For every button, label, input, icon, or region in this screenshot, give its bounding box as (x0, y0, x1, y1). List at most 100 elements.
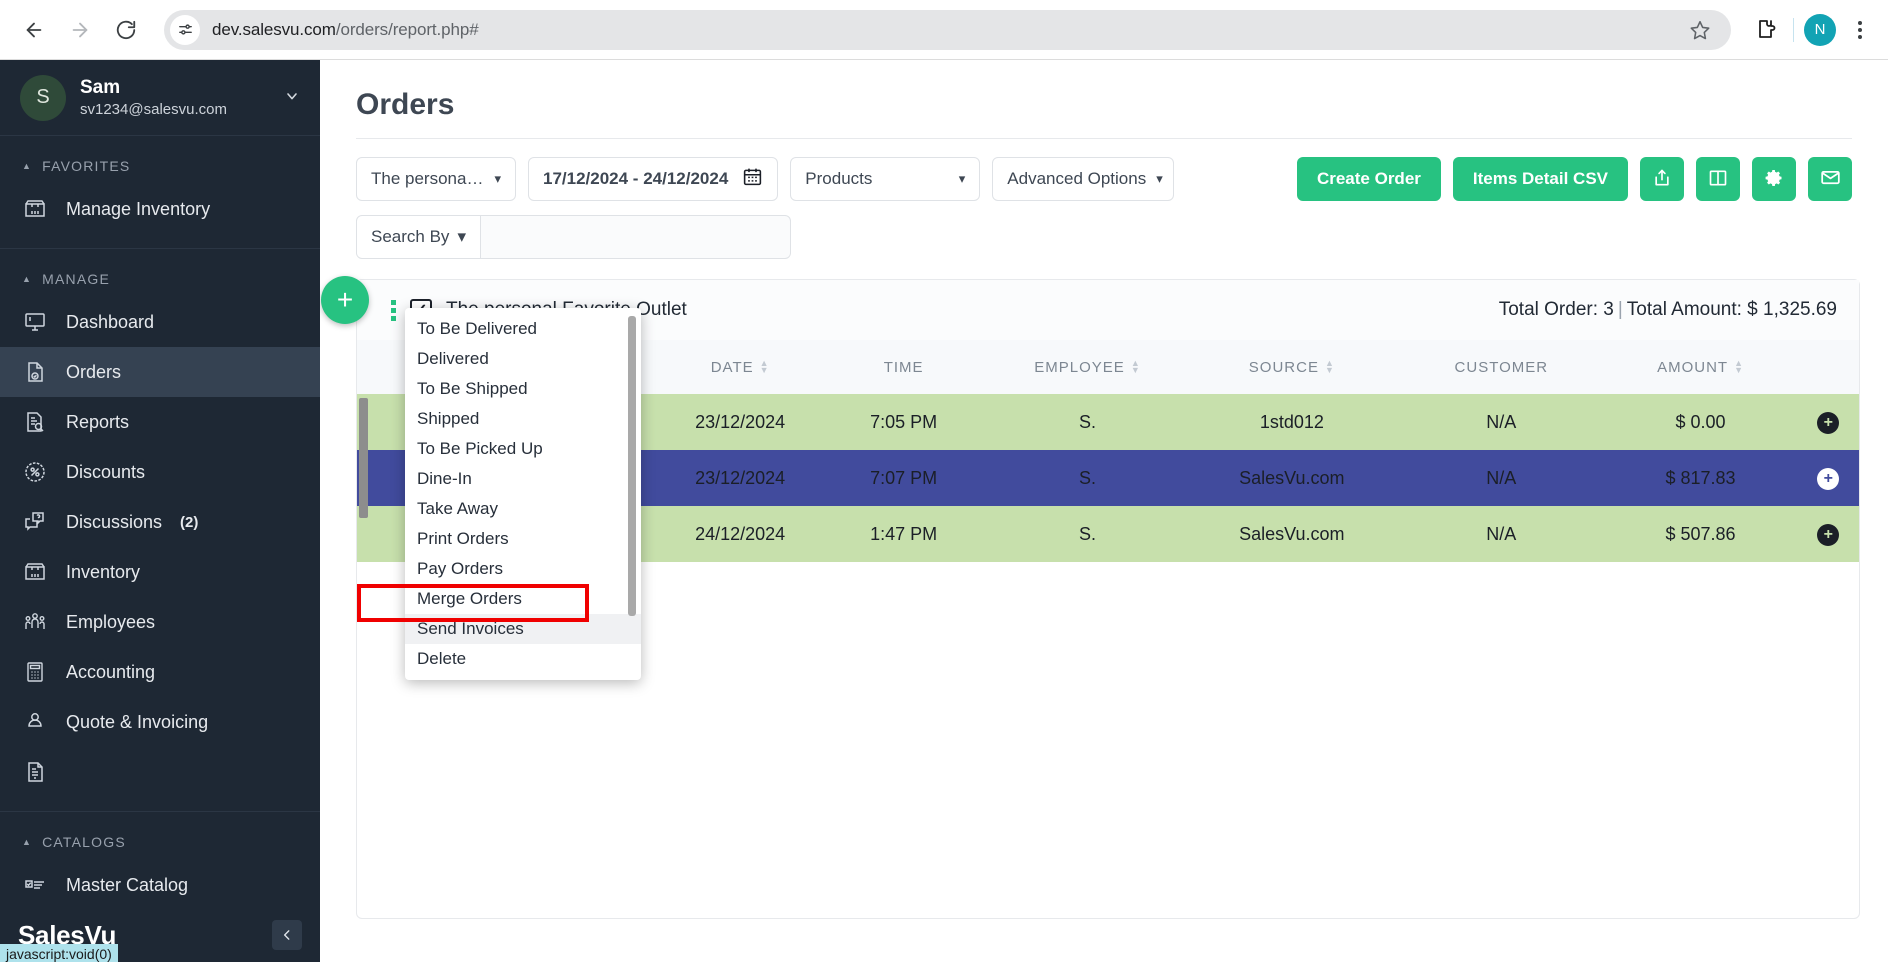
sidebar-item-accounting[interactable]: Accounting (0, 647, 320, 697)
sidebar-item-discounts[interactable]: Discounts (0, 447, 320, 497)
sidebar-user-block[interactable]: S Sam sv1234@salesvu.com (0, 60, 320, 136)
menu-item-send-invoices[interactable]: Send Invoices (405, 614, 641, 644)
report-search-icon (22, 409, 48, 435)
th-employee[interactable]: EMPLOYEE ▲▼ (990, 340, 1184, 394)
sidebar-item-dashboard[interactable]: Dashboard (0, 297, 320, 347)
th-time-label: TIME (884, 359, 924, 376)
settings-button[interactable] (1752, 157, 1796, 201)
back-button[interactable] (14, 10, 54, 50)
sidebar-item-orders[interactable]: Orders (0, 347, 320, 397)
forward-button[interactable] (60, 10, 100, 50)
plus-circle-icon[interactable]: + (1817, 468, 1839, 490)
th-source[interactable]: SOURCE▲▼ (1185, 340, 1400, 394)
site-info-button[interactable] (170, 15, 200, 45)
toolbar-area: The personal Fa... ▾ 17/12/2024 - 24/12/… (356, 138, 1852, 259)
section-header-favorites[interactable]: ▲ FAVORITES (0, 136, 320, 184)
cell-customer: N/A (1399, 450, 1603, 506)
email-button[interactable] (1808, 157, 1852, 201)
invoice-document-icon (22, 759, 48, 785)
th-amount[interactable]: AMOUNT▲▼ (1603, 340, 1797, 394)
sidebar-item-discussions[interactable]: Discussions (2) (0, 497, 320, 547)
menu-item-to-be-shipped[interactable]: To Be Shipped (405, 374, 641, 404)
sidebar-item-master-catalog[interactable]: Master Catalog (0, 860, 320, 910)
cell-expand[interactable]: + (1798, 506, 1859, 562)
create-order-button[interactable]: Create Order (1297, 157, 1441, 201)
export-button[interactable] (1640, 157, 1684, 201)
menu-item-merge-orders[interactable]: Merge Orders (405, 584, 641, 614)
cell-expand[interactable]: + (1798, 394, 1859, 450)
th-customer: CUSTOMER (1399, 340, 1603, 394)
profile-avatar[interactable]: N (1804, 14, 1836, 46)
search-row: Search By ▾ (356, 215, 1852, 259)
browser-menu-button[interactable] (1846, 13, 1874, 47)
calculator-icon (22, 659, 48, 685)
menu-item-print-orders[interactable]: Print Orders (405, 524, 641, 554)
date-range-picker[interactable]: 17/12/2024 - 24/12/2024 (528, 157, 778, 201)
calendar-icon (742, 166, 763, 192)
section-header-manage[interactable]: ▲ MANAGE (0, 249, 320, 297)
sidebar-item-quote-invoicing[interactable] (0, 747, 320, 797)
app-shell: S Sam sv1234@salesvu.com ▲ FAVORITES Man… (0, 60, 1888, 962)
items-detail-csv-button[interactable]: Items Detail CSV (1453, 157, 1628, 201)
cell-amount: $ 817.83 (1603, 450, 1797, 506)
order-document-icon (22, 359, 48, 385)
advanced-options-select[interactable]: Advanced Options ▾ (992, 157, 1174, 201)
menu-item-to-be-picked-up[interactable]: To Be Picked Up (405, 434, 641, 464)
totals-summary: Total Order: 3|Total Amount: $ 1,325.69 (1499, 299, 1837, 321)
plus-icon: + (337, 284, 353, 316)
sidebar-item-manage-inventory[interactable]: Manage Inventory (0, 184, 320, 234)
menu-item-take-away[interactable]: Take Away (405, 494, 641, 524)
drag-dots-icon[interactable] (391, 300, 396, 321)
add-order-fab[interactable]: + (321, 276, 369, 324)
reload-button[interactable] (106, 10, 146, 50)
section-header-catalogs[interactable]: ▲ CATALOGS (0, 812, 320, 860)
section-title: CATALOGS (42, 834, 126, 850)
th-employee-label: EMPLOYEE (1034, 359, 1125, 376)
sidebar: S Sam sv1234@salesvu.com ▲ FAVORITES Man… (0, 60, 320, 962)
plus-circle-icon[interactable]: + (1817, 412, 1839, 434)
chevron-down-icon[interactable] (284, 88, 300, 108)
chevron-down-icon: ▾ (1156, 171, 1163, 187)
outlet-select[interactable]: The personal Fa... ▾ (356, 157, 516, 201)
catalog-list-icon (22, 872, 48, 898)
toolbar-divider (1793, 18, 1794, 42)
menu-item-to-be-delivered[interactable]: To Be Delivered (405, 314, 641, 344)
menu-item-shipped[interactable]: Shipped (405, 404, 641, 434)
sidebar-item-label: Accounting (66, 662, 155, 683)
bookmark-button[interactable] (1683, 13, 1717, 47)
cell-date: 23/12/2024 (664, 450, 817, 506)
cell-expand[interactable]: + (1798, 450, 1859, 506)
context-menu-scrollbar[interactable] (628, 316, 636, 616)
sort-icon: ▲▼ (1131, 360, 1141, 374)
sort-icon: ▲▼ (1734, 360, 1744, 374)
cell-source: SalesVu.com (1185, 450, 1400, 506)
menu-item-merge-orders-wrapper: Merge Orders (405, 584, 641, 614)
orders-card: + ✓ The personal Favorite Outlet Total O… (356, 279, 1860, 919)
extensions-button[interactable] (1749, 13, 1783, 47)
table-vertical-scrollbar[interactable] (359, 398, 368, 518)
menu-item-pay-orders[interactable]: Pay Orders (405, 554, 641, 584)
search-input[interactable] (481, 215, 791, 259)
menu-item-dine-in[interactable]: Dine-In (405, 464, 641, 494)
sidebar-item-customers[interactable]: Quote & Invoicing (0, 697, 320, 747)
forward-arrow-icon (69, 19, 91, 41)
columns-button[interactable] (1696, 157, 1740, 201)
sidebar-collapse-button[interactable] (272, 920, 302, 950)
plus-circle-icon[interactable]: + (1817, 524, 1839, 546)
sidebar-item-inventory[interactable]: Inventory (0, 547, 320, 597)
sidebar-item-employees[interactable]: Employees (0, 597, 320, 647)
chevron-up-icon: ▲ (22, 274, 32, 284)
address-bar[interactable]: dev.salesvu.com/orders/report.php# (164, 10, 1731, 50)
search-by-select[interactable]: Search By ▾ (356, 215, 481, 259)
chevron-left-icon (280, 928, 294, 942)
sidebar-item-reports[interactable]: Reports (0, 397, 320, 447)
products-select[interactable]: Products ▾ (790, 157, 980, 201)
menu-item-delete[interactable]: Delete (405, 644, 641, 674)
cell-amount: $ 507.86 (1603, 506, 1797, 562)
cell-employee: S. (990, 450, 1184, 506)
menu-item-delivered[interactable]: Delivered (405, 344, 641, 374)
th-date[interactable]: DATE▲▼ (664, 340, 817, 394)
sidebar-item-label: Employees (66, 612, 155, 633)
advanced-options-value: Advanced Options (1007, 169, 1146, 189)
sidebar-item-label: Discussions (66, 512, 162, 533)
